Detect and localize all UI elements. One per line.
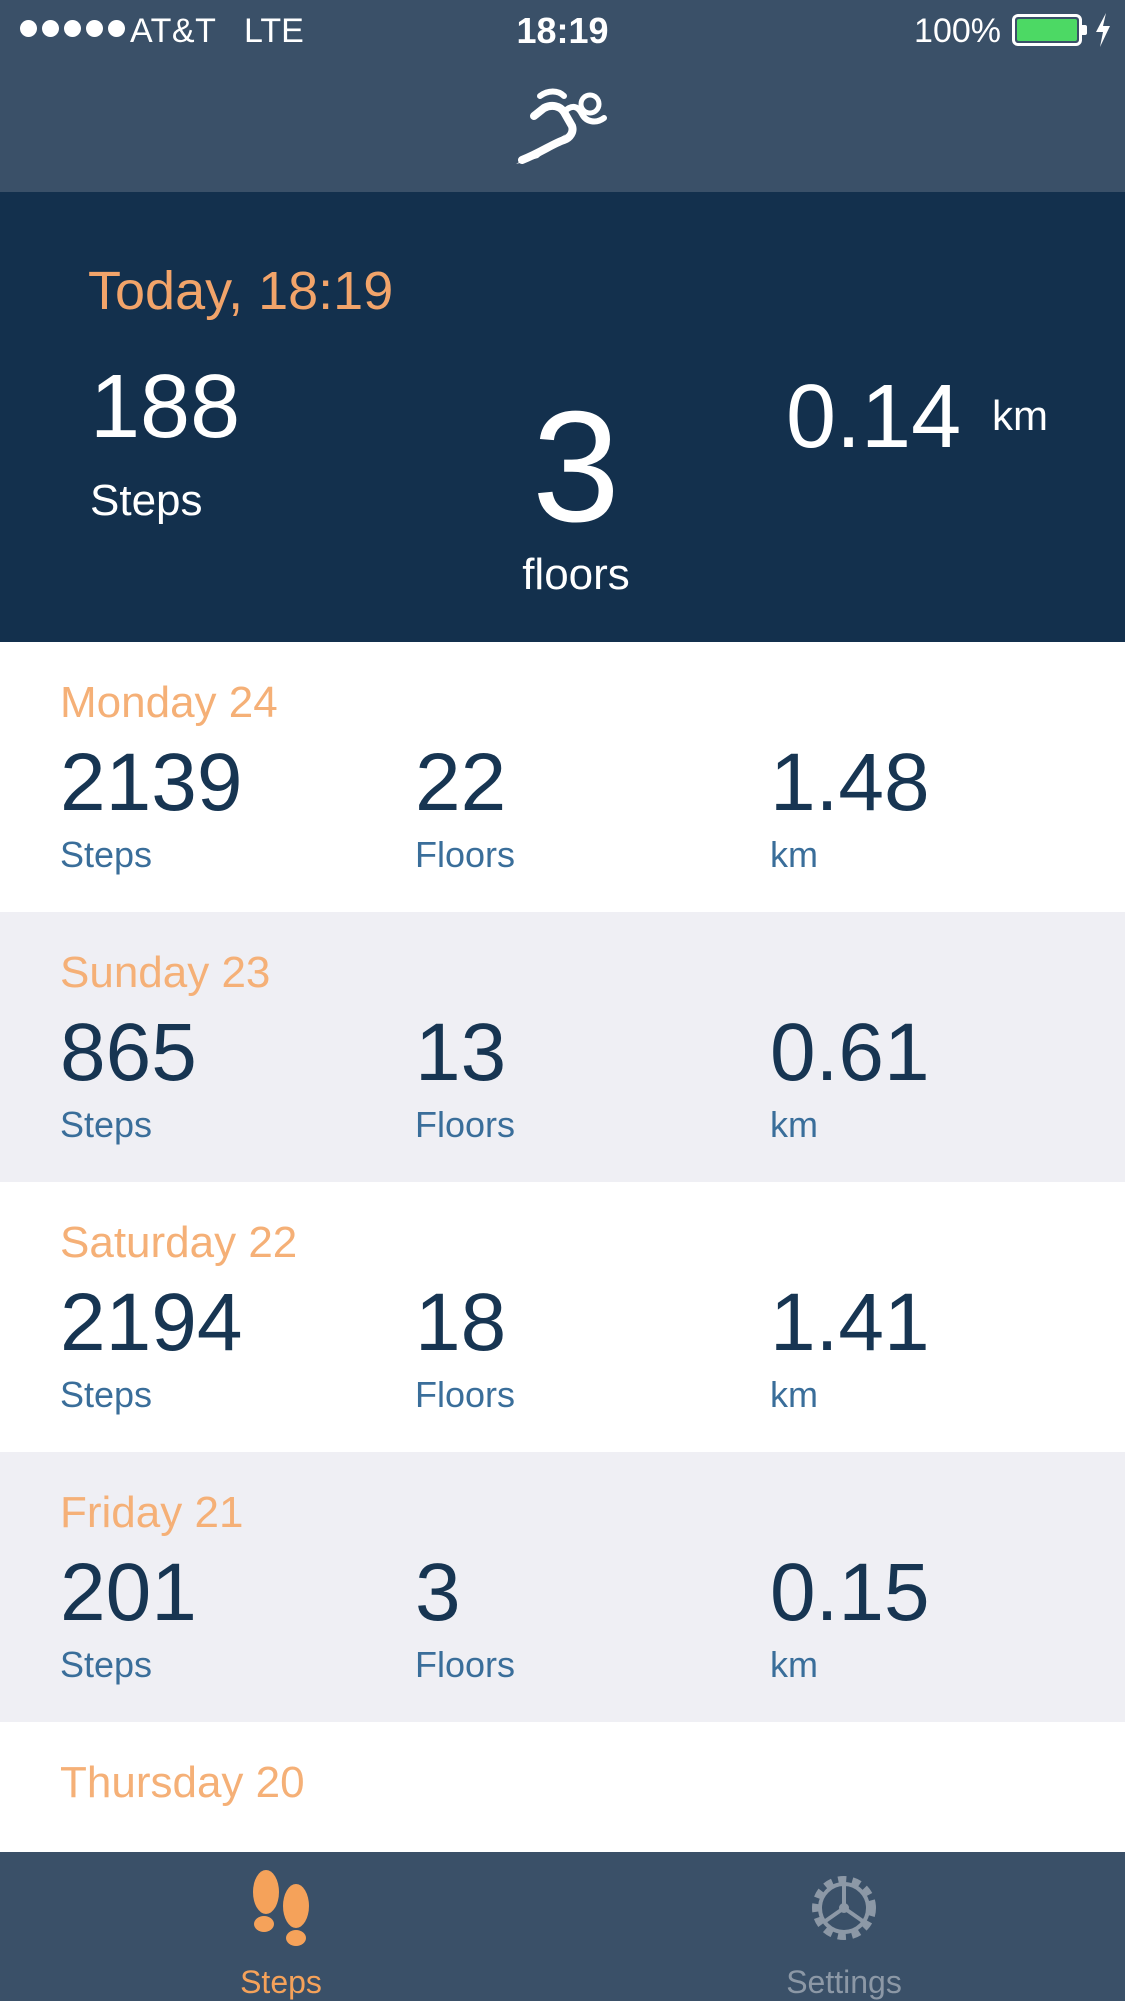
distance-value: 1.48 — [770, 737, 930, 828]
day-row-friday[interactable]: Friday 21 201 Steps 3 Floors 0.15 km — [0, 1452, 1125, 1722]
runner-icon — [516, 88, 607, 164]
top-bar: AT&T LTE 18:19 100% — [0, 0, 1125, 192]
today-distance-value: 0.14 — [786, 367, 962, 467]
today-distance-unit: km — [992, 392, 1048, 439]
distance-label: km — [770, 1104, 818, 1145]
day-row-sunday[interactable]: Sunday 23 865 Steps 13 Floors 0.61 km — [0, 912, 1125, 1182]
today-steps-label: Steps — [90, 476, 203, 525]
floors-value: 13 — [415, 1007, 507, 1098]
tab-steps[interactable]: Steps — [0, 1852, 562, 2001]
tab-settings-label: Settings — [786, 1964, 902, 2000]
floors-label: Floors — [415, 834, 516, 875]
steps-label: Steps — [60, 1104, 153, 1145]
steps-label: Steps — [60, 1644, 153, 1685]
day-label: Saturday 22 — [60, 1218, 298, 1267]
day-label: Sunday 23 — [60, 948, 271, 997]
today-steps-value: 188 — [90, 357, 241, 457]
day-label: Monday 24 — [60, 678, 278, 727]
distance-label: km — [770, 1374, 818, 1415]
day-row-thursday[interactable]: Thursday 20 — [0, 1722, 1125, 1852]
today-floors-value: 3 — [532, 379, 620, 555]
tab-steps-label: Steps — [240, 1964, 322, 2000]
steps-value: 865 — [60, 1007, 197, 1098]
floors-label: Floors — [415, 1374, 516, 1415]
floors-label: Floors — [415, 1644, 516, 1685]
gear-icon — [812, 1876, 876, 1940]
battery-icon — [1012, 14, 1087, 46]
battery-percent: 100% — [914, 12, 1001, 50]
floors-label: Floors — [415, 1104, 516, 1145]
day-label: Thursday 20 — [60, 1758, 305, 1807]
steps-value: 2194 — [60, 1277, 243, 1368]
day-history-list[interactable]: Monday 24 2139 Steps 22 Floors 1.48 km S… — [0, 642, 1125, 1852]
footprints-icon — [253, 1870, 309, 1946]
steps-value: 2139 — [60, 737, 243, 828]
steps-label: Steps — [60, 1374, 153, 1415]
charging-bolt-icon — [1096, 13, 1110, 47]
distance-value: 0.61 — [770, 1007, 930, 1098]
distance-value: 1.41 — [770, 1277, 930, 1368]
steps-label: Steps — [60, 834, 153, 875]
day-row-saturday[interactable]: Saturday 22 2194 Steps 18 Floors 1.41 km — [0, 1182, 1125, 1452]
day-label: Friday 21 — [60, 1488, 244, 1537]
today-summary: Today, 18:19 188 Steps 3 floors 0.14 km — [0, 192, 1125, 642]
tab-settings[interactable]: Settings — [563, 1852, 1125, 2001]
distance-value: 0.15 — [770, 1547, 930, 1638]
floors-value: 18 — [415, 1277, 507, 1368]
steps-value: 201 — [60, 1547, 197, 1638]
today-floors-label: floors — [522, 550, 630, 599]
today-title: Today, 18:19 — [88, 261, 394, 321]
distance-label: km — [770, 834, 818, 875]
tab-bar: Steps Settings — [0, 1852, 1125, 2001]
floors-value: 3 — [415, 1547, 461, 1638]
floors-value: 22 — [415, 737, 507, 828]
distance-label: km — [770, 1644, 818, 1685]
status-bar: AT&T LTE 18:19 100% — [0, 0, 1125, 62]
day-row-monday[interactable]: Monday 24 2139 Steps 22 Floors 1.48 km — [0, 642, 1125, 912]
